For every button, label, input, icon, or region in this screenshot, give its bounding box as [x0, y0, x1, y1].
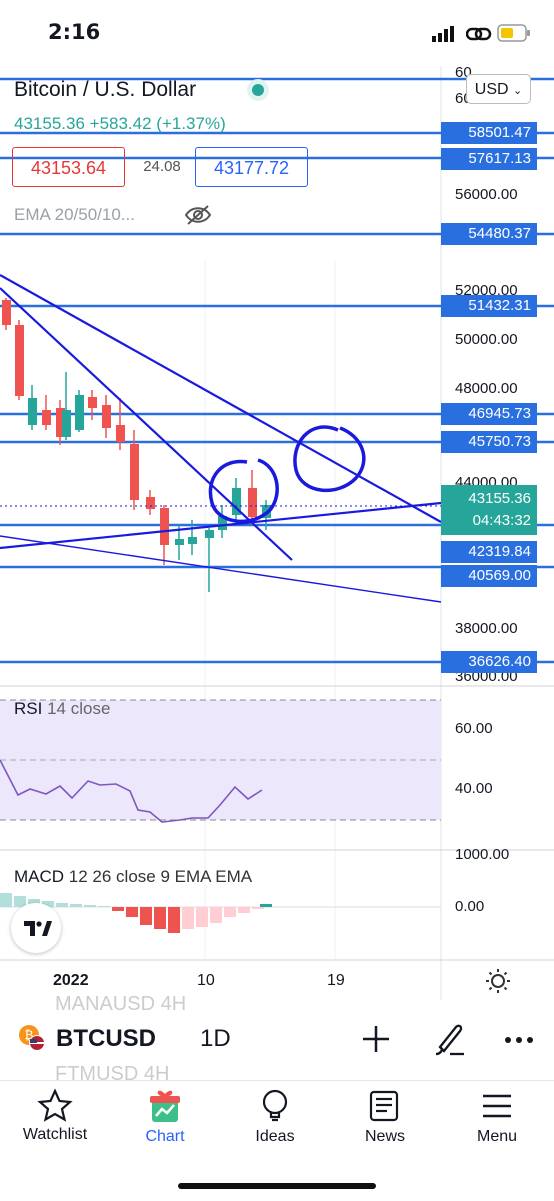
rsi-axis-label: 40.00: [455, 780, 493, 797]
candle-body: [42, 410, 51, 425]
tv-logo-icon: [24, 921, 52, 936]
macd-histogram-bar: [238, 907, 250, 913]
candle-body: [62, 410, 71, 437]
level-price-tag[interactable]: 40569.00: [441, 565, 537, 587]
candle-body: [88, 397, 97, 408]
candle-body: [146, 497, 155, 509]
macd-histogram-bar: [196, 907, 208, 927]
candle-body: [205, 530, 214, 538]
macd-histogram-bar: [98, 906, 110, 907]
last-price: 43155.36: [14, 114, 85, 133]
macd-histogram-bar: [224, 907, 236, 917]
more-icon[interactable]: [503, 1035, 535, 1045]
buy-button[interactable]: 43177.72: [195, 147, 308, 187]
macd-legend[interactable]: MACD 12 26 close 9 EMA EMA: [14, 867, 252, 887]
brush-icon[interactable]: [432, 1021, 466, 1057]
symbol-toolbar: MANAUSD 4H FTMUSD 4H ₿ BTCUSD 1D: [0, 993, 554, 1085]
symbol-button[interactable]: BTCUSD: [56, 1025, 156, 1053]
macd-histogram-bar: [70, 904, 82, 907]
level-price-tag[interactable]: 57617.13: [441, 148, 537, 170]
price-change: +583.42 (+1.37%): [89, 114, 226, 133]
star-icon: [37, 1088, 73, 1122]
level-price-tag[interactable]: 45750.73: [441, 431, 537, 453]
rsi-axis-label: 60.00: [455, 720, 493, 737]
eye-hidden-icon[interactable]: [184, 204, 212, 226]
symbol-title: Bitcoin / U.S. Dollar: [14, 78, 197, 101]
level-price-tag[interactable]: 54480.37: [441, 223, 537, 245]
candle-body: [102, 405, 111, 428]
macd-histogram-bar: [112, 907, 124, 911]
time-axis-label: 19: [327, 972, 345, 989]
candle-body: [28, 398, 37, 425]
candle-body: [75, 395, 84, 430]
macd-histogram-bar: [168, 907, 180, 933]
tab-ideas[interactable]: Ideas: [220, 1088, 330, 1146]
level-price-tag[interactable]: 36626.40: [441, 651, 537, 673]
current-price-tag: 43155.36 04:43:32: [441, 485, 537, 535]
news-icon: [369, 1090, 399, 1122]
macd-axis-label: 0.00: [455, 898, 485, 915]
candle-body: [188, 537, 197, 544]
last-price-line: 43155.36 +583.42 (+1.37%): [14, 114, 226, 134]
axis-label: 48000.00: [455, 380, 518, 397]
candlesticks: [2, 298, 271, 592]
tab-chart[interactable]: Chart: [110, 1088, 220, 1146]
macd-histogram-bar: [252, 907, 264, 909]
macd-histogram-bar: [210, 907, 222, 923]
settings-sun-icon[interactable]: [485, 968, 511, 994]
macd-histogram-bar: [84, 905, 96, 907]
candle-body: [160, 508, 169, 545]
candle-body: [15, 325, 24, 396]
tab-watchlist[interactable]: Watchlist: [0, 1088, 110, 1144]
hamburger-icon: [483, 1094, 511, 1118]
macd-histogram-bar: [260, 904, 272, 907]
add-icon[interactable]: [361, 1024, 391, 1054]
sell-button[interactable]: 43153.64: [12, 147, 125, 187]
tab-menu[interactable]: Menu: [442, 1088, 552, 1146]
level-price-tag[interactable]: 46945.73: [441, 403, 537, 425]
level-price-tag[interactable]: 51432.31: [441, 295, 537, 317]
gift-chart-icon: [150, 1090, 180, 1122]
time-axis-label: 10: [197, 972, 215, 989]
interval-button[interactable]: 1D: [200, 1025, 231, 1053]
chevron-down-icon: ⌄: [513, 85, 523, 97]
indicator-legend[interactable]: EMA 20/50/10...: [14, 205, 135, 225]
time-axis-label: 2022: [53, 972, 89, 989]
currency-select[interactable]: USD ⌄: [466, 74, 531, 104]
macd-axis-label: 1000.00: [455, 846, 510, 863]
candle-body: [2, 300, 11, 325]
spread-value: 24.08: [143, 158, 181, 175]
candle-body: [116, 425, 125, 442]
bitcoin-flag-icon: ₿: [19, 1025, 45, 1051]
candle-body: [130, 444, 139, 500]
tradingview-logo[interactable]: [11, 903, 61, 953]
candle-body: [175, 539, 184, 545]
rsi-legend[interactable]: RSI 14 close: [14, 699, 110, 719]
candle-body: [248, 488, 257, 517]
ghost-row: MANAUSD 4H: [55, 993, 187, 1015]
tab-news[interactable]: News: [330, 1088, 440, 1146]
market-open-dot-icon: [247, 79, 269, 101]
axis-label: 56000.00: [455, 186, 518, 203]
macd-histogram-bar: [126, 907, 138, 917]
axis-label: 50000.00: [455, 331, 518, 348]
axis-label: 38000.00: [455, 620, 518, 637]
macd-histogram-bar: [154, 907, 166, 929]
level-price-tag[interactable]: 42319.84: [441, 541, 537, 563]
lightbulb-icon: [262, 1089, 288, 1122]
home-indicator: [178, 1183, 376, 1189]
macd-histogram-bar: [182, 907, 194, 929]
level-price-tag[interactable]: 58501.47: [441, 122, 537, 144]
macd-histogram-bar: [140, 907, 152, 925]
